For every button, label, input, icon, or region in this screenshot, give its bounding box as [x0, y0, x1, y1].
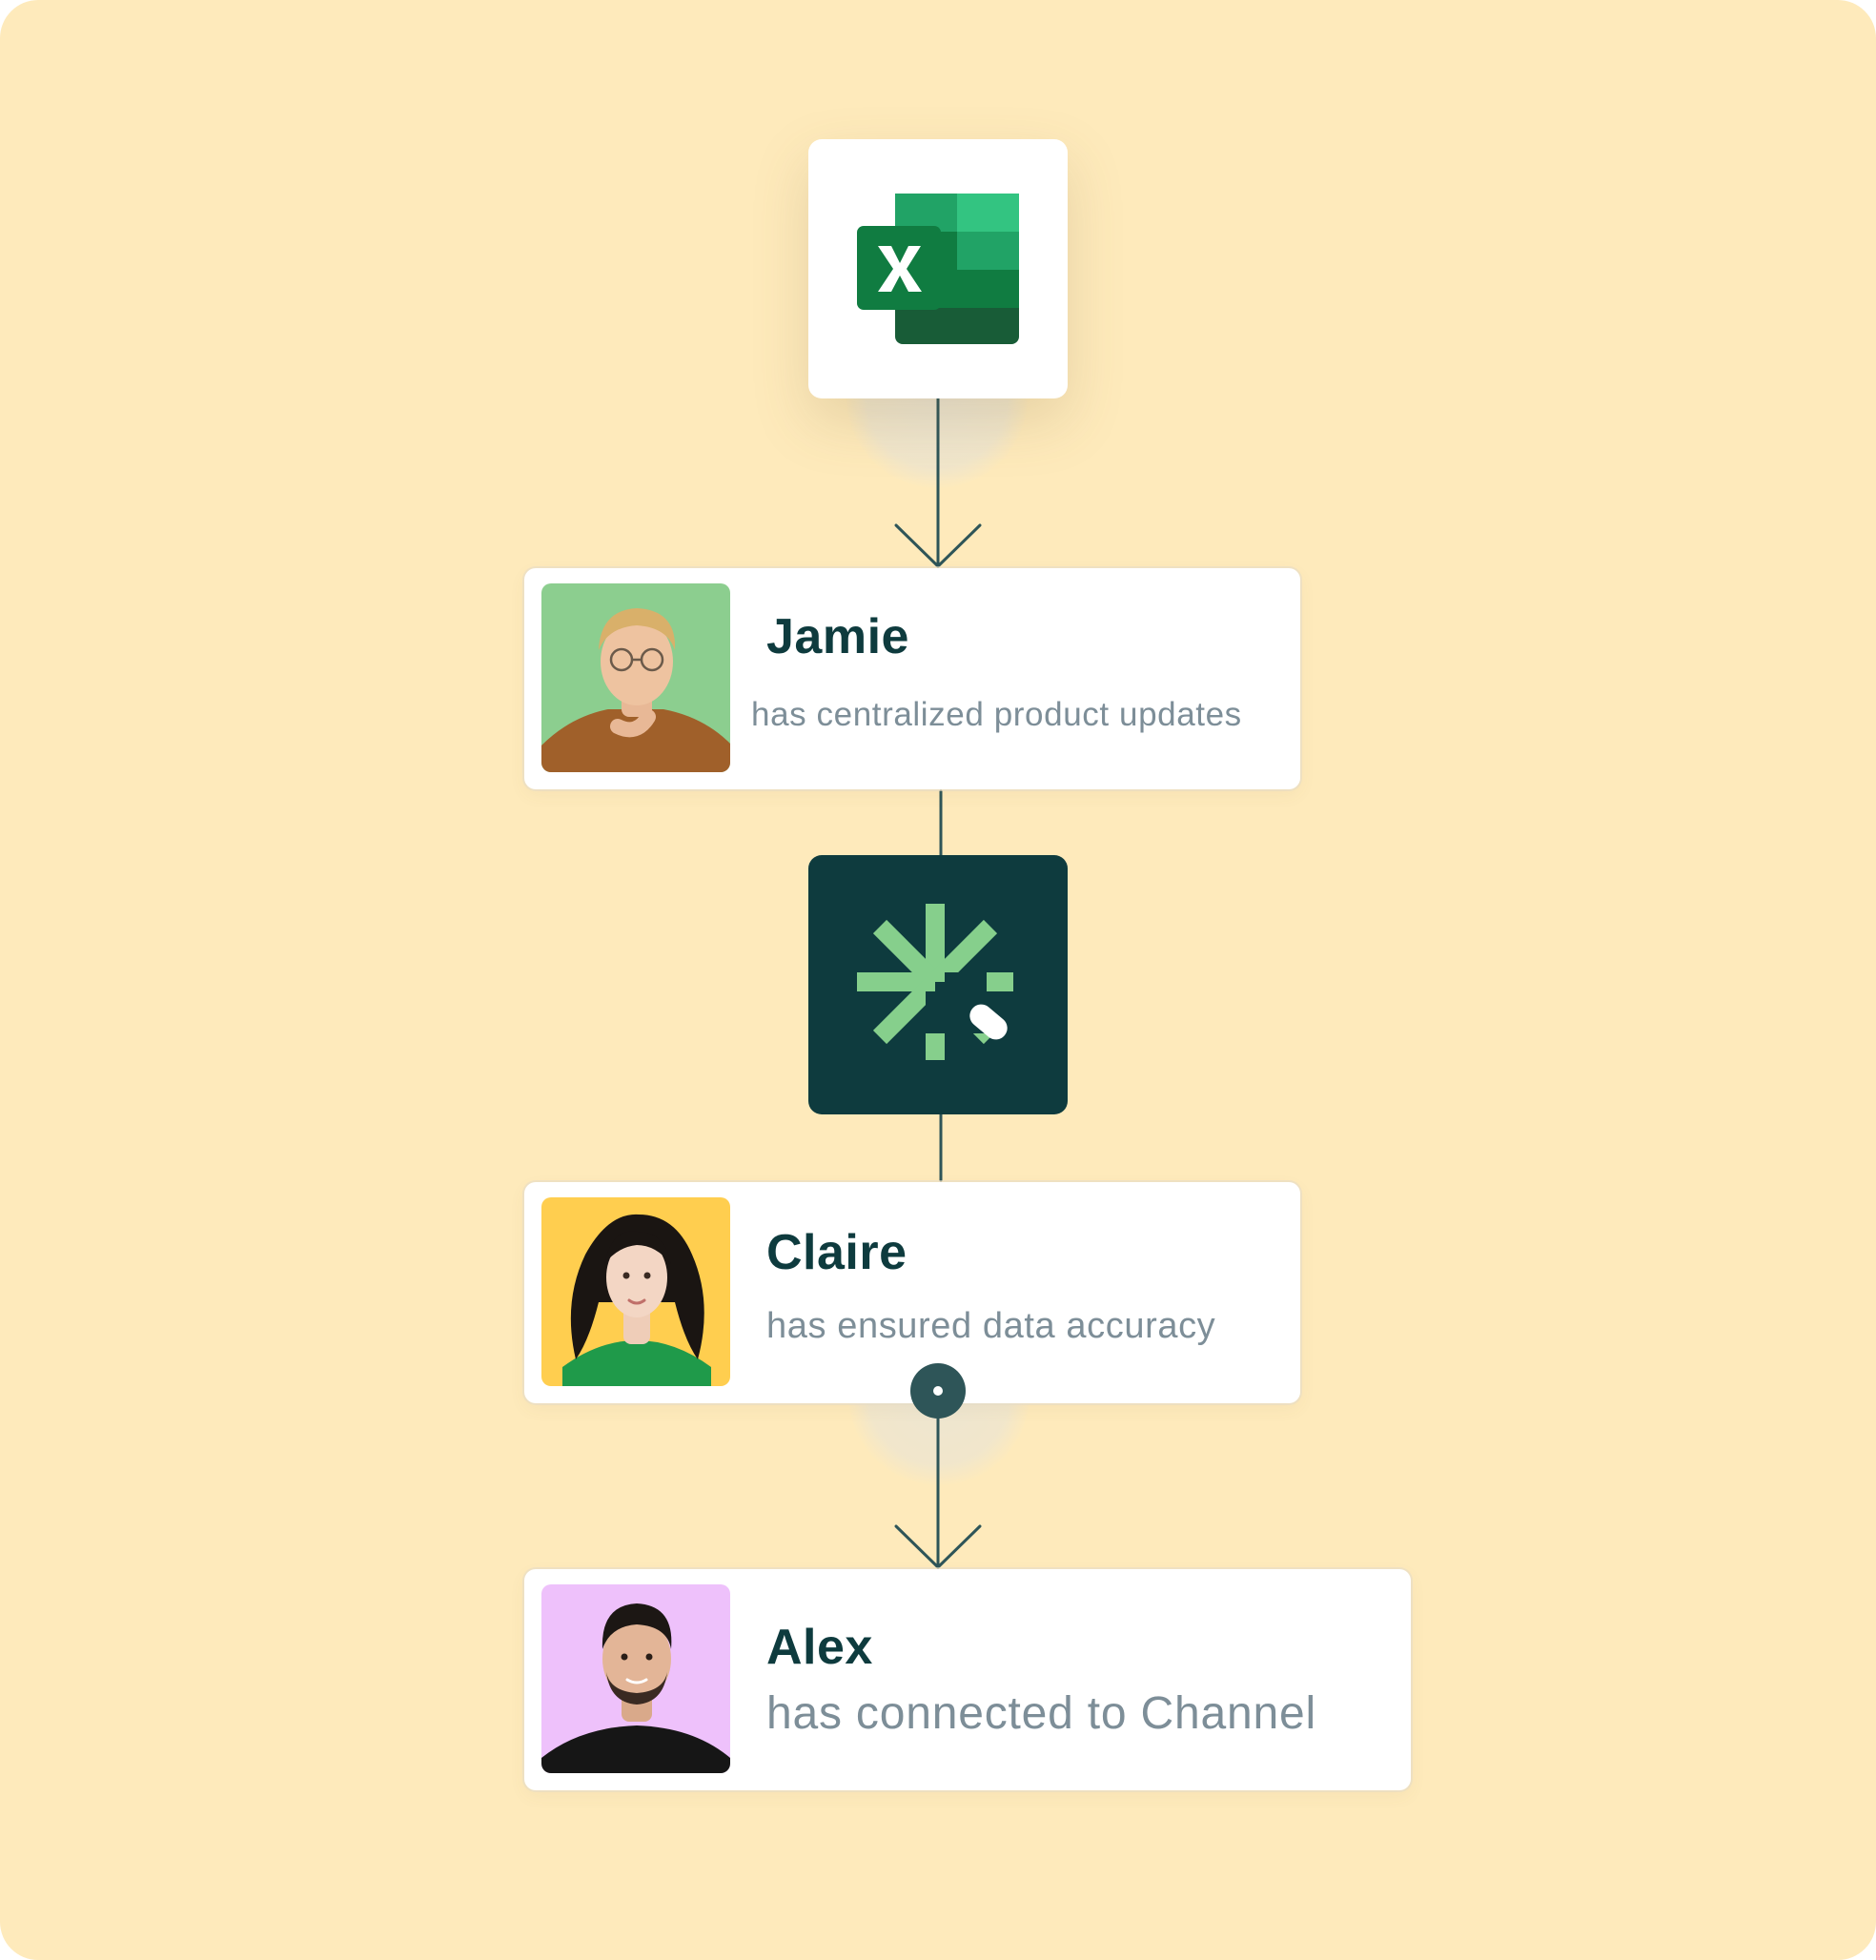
user-name: Alex	[766, 1620, 873, 1675]
excel-source-tile[interactable]	[808, 139, 1068, 398]
connector-node-icon[interactable]	[910, 1363, 966, 1419]
activity-description: has ensured data accuracy	[766, 1306, 1216, 1346]
activity-card-jamie[interactable]: Jamie has centralized product updates	[524, 568, 1300, 789]
avatar	[541, 1584, 730, 1773]
avatar	[541, 1197, 730, 1386]
flow-diagram-canvas: Jamie has centralized product updates Cl…	[0, 0, 1876, 1960]
microsoft-excel-icon	[857, 194, 1019, 344]
user-name: Jamie	[766, 609, 909, 664]
activity-card-alex[interactable]: Alex has connected to Channel	[524, 1569, 1411, 1790]
user-name: Claire	[766, 1225, 907, 1280]
channel-asterisk-icon	[857, 904, 1013, 1060]
activity-description: has connected to Channel	[766, 1688, 1316, 1739]
channel-integration-tile[interactable]	[808, 855, 1068, 1114]
activity-description: has centralized product updates	[751, 696, 1242, 733]
avatar	[541, 583, 730, 772]
activity-card-claire[interactable]: Claire has ensured data accuracy	[524, 1182, 1300, 1403]
